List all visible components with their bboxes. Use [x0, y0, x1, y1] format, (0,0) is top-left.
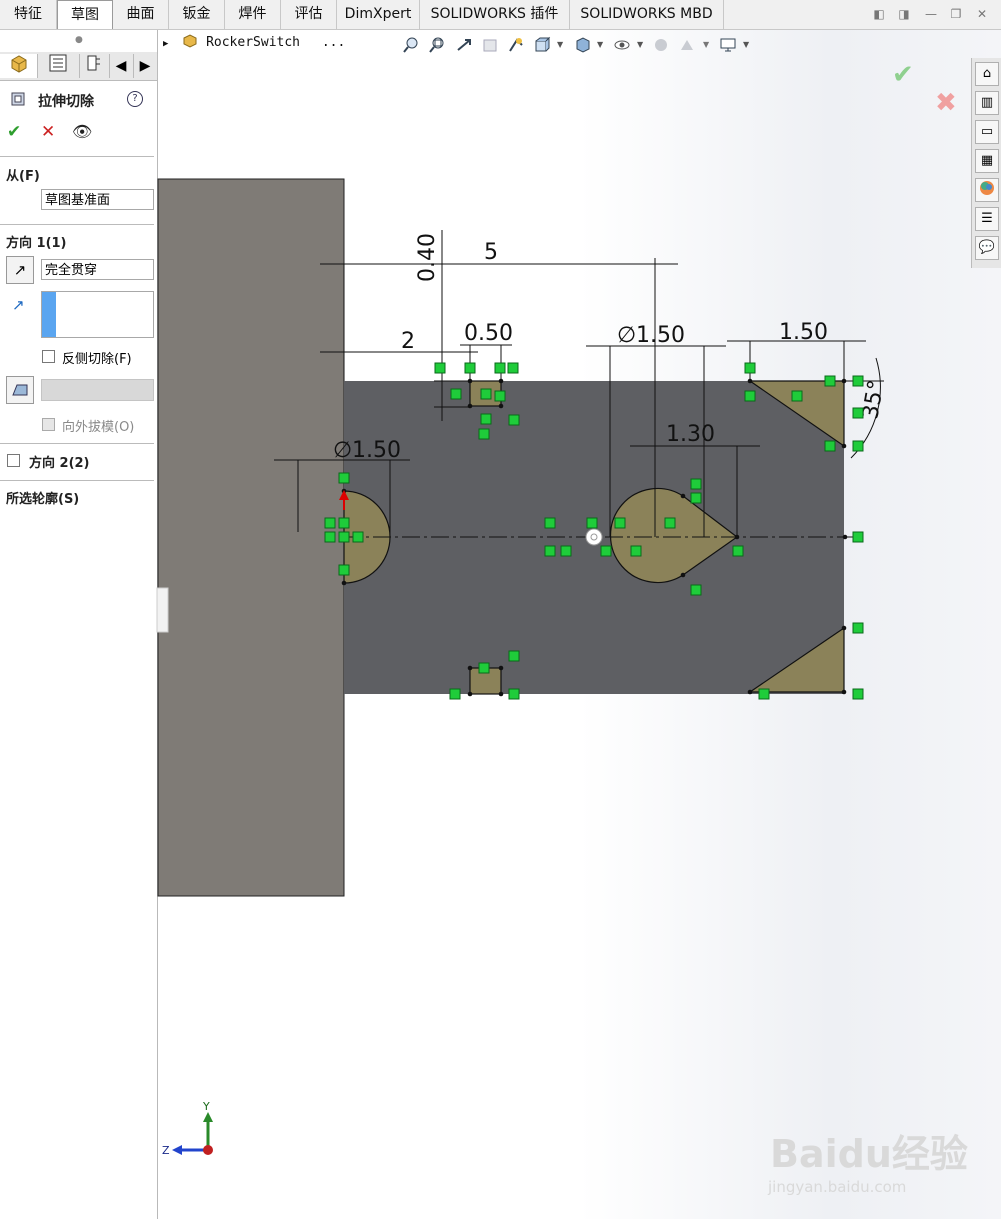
relation-marker-icon[interactable]: [852, 531, 864, 543]
dim-dia-1-50-mid[interactable]: 1.50: [636, 323, 685, 348]
relation-marker-icon[interactable]: [852, 622, 864, 634]
relation-marker-icon[interactable]: [338, 472, 350, 484]
relation-marker-icon[interactable]: [478, 662, 490, 674]
dia-symbol-mid: ∅: [617, 323, 636, 348]
relation-marker-icon[interactable]: [852, 375, 864, 387]
relation-marker-icon[interactable]: [450, 388, 462, 400]
relation-marker-icon[interactable]: [507, 362, 519, 374]
relation-marker-icon[interactable]: [478, 428, 490, 440]
triad-y-label: Y: [202, 1100, 210, 1113]
relation-marker-icon[interactable]: [464, 362, 476, 374]
watermark-brand: Baidu经验: [770, 1132, 968, 1176]
dim-1-30[interactable]: 1.30: [666, 422, 715, 447]
relation-marker-icon[interactable]: [560, 545, 572, 557]
relation-marker-icon[interactable]: [508, 414, 520, 426]
relation-marker-icon[interactable]: [600, 545, 612, 557]
dim-1-50-right[interactable]: 1.50: [779, 320, 828, 345]
relation-marker-icon[interactable]: [630, 545, 642, 557]
relation-marker-icon[interactable]: [690, 478, 702, 490]
sketch-canvas[interactable]: 0.40 5 2 0.50 ∅ 1.50 ∅ 1.50 1.30 1.50 35…: [0, 0, 1001, 1219]
relation-marker-icon[interactable]: [508, 688, 520, 700]
relation-marker-icon[interactable]: [852, 407, 864, 419]
relation-marker-icon[interactable]: [614, 517, 626, 529]
relation-marker-icon[interactable]: [690, 492, 702, 504]
baidu-watermark: Baidu经验 jingyan.baidu.com: [767, 1132, 968, 1196]
relation-marker-icon[interactable]: [758, 688, 770, 700]
relation-marker-icon[interactable]: [494, 390, 506, 402]
relation-marker-icon[interactable]: [494, 362, 506, 374]
relation-marker-icon[interactable]: [324, 531, 336, 543]
relation-marker-icon[interactable]: [664, 517, 676, 529]
relation-marker-icon[interactable]: [852, 440, 864, 452]
panel-collapse-handle[interactable]: [156, 587, 169, 633]
relation-marker-icon[interactable]: [338, 531, 350, 543]
relation-marker-icon[interactable]: [852, 688, 864, 700]
relation-marker-icon[interactable]: [338, 517, 350, 529]
relation-marker-icon[interactable]: [480, 388, 492, 400]
relation-marker-icon[interactable]: [324, 517, 336, 529]
relation-marker-icon[interactable]: [544, 545, 556, 557]
relation-marker-icon[interactable]: [791, 390, 803, 402]
relation-marker-icon[interactable]: [544, 517, 556, 529]
dia-symbol-left: ∅: [333, 438, 352, 463]
origin-icon[interactable]: [585, 528, 603, 546]
dim-0-50[interactable]: 0.50: [464, 321, 513, 346]
relation-marker-icon[interactable]: [586, 517, 598, 529]
relation-marker-icon[interactable]: [824, 440, 836, 452]
relation-marker-icon[interactable]: [449, 688, 461, 700]
dim-0-40[interactable]: 0.40: [415, 233, 440, 282]
relation-marker-icon[interactable]: [824, 375, 836, 387]
dim-5[interactable]: 5: [484, 240, 498, 265]
watermark-url: jingyan.baidu.com: [767, 1178, 906, 1196]
relation-marker-icon[interactable]: [508, 650, 520, 662]
relation-marker-icon[interactable]: [744, 390, 756, 402]
relation-marker-icon[interactable]: [480, 413, 492, 425]
axis-triad: Y Z: [162, 1100, 213, 1157]
relation-marker-icon[interactable]: [744, 362, 756, 374]
dim-2[interactable]: 2: [401, 329, 415, 354]
relation-marker-icon[interactable]: [690, 584, 702, 596]
relation-marker-icon[interactable]: [352, 531, 364, 543]
body-side-face: [157, 178, 345, 897]
dim-dia-1-50-left[interactable]: 1.50: [352, 438, 401, 463]
relation-marker-icon[interactable]: [732, 545, 744, 557]
relation-marker-icon[interactable]: [338, 564, 350, 576]
triad-z-label: Z: [162, 1144, 170, 1157]
relation-marker-icon[interactable]: [434, 362, 446, 374]
